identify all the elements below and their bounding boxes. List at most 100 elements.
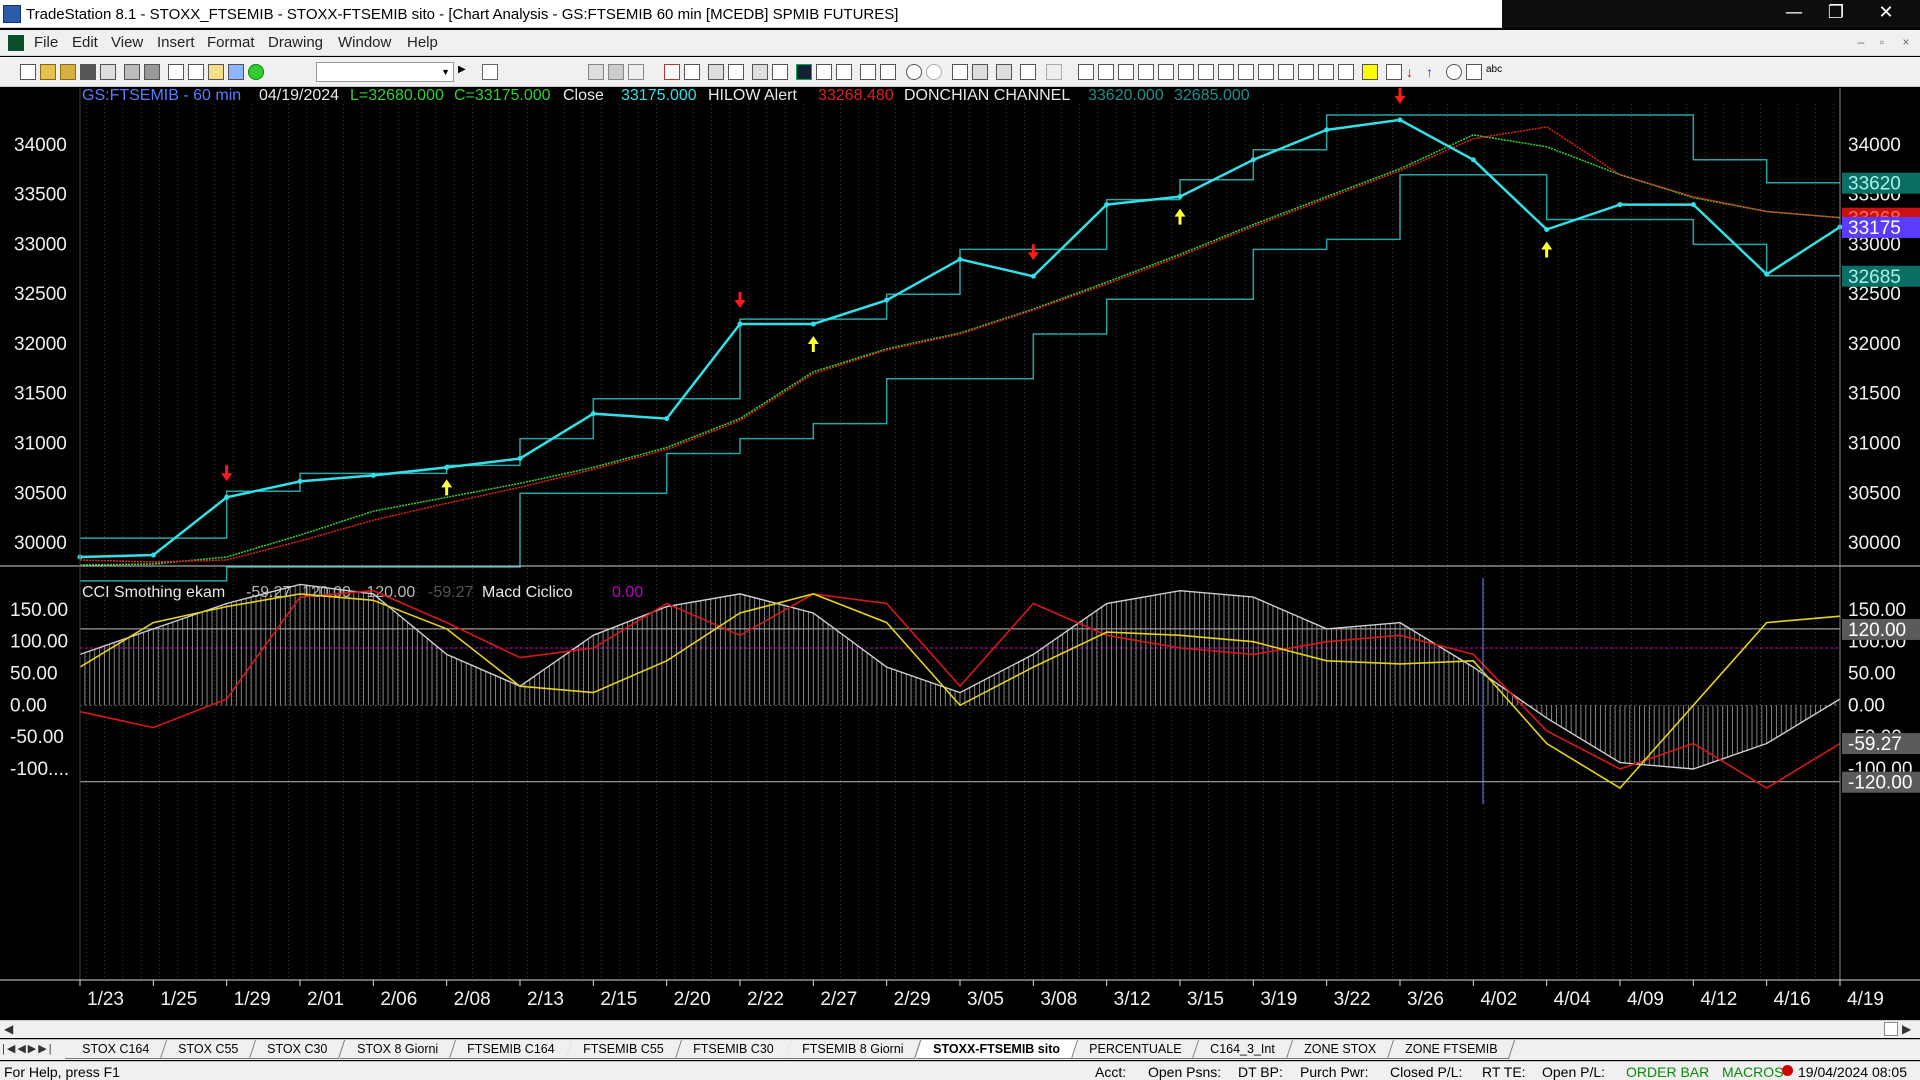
zoom-out-icon[interactable] [926,64,942,80]
price-panel[interactable]: GS:FTSEMIB - 60 min 04/19/2024 L=32680.000… [77,88,1843,582]
scroll-right-icon[interactable]: ▶ [1902,1022,1911,1036]
tab-zone-stox[interactable]: ZONE STOX [1286,1040,1394,1059]
arrow-down-icon[interactable]: ↓ [1406,64,1422,80]
price-point[interactable] [1470,157,1476,163]
tab-stox-c30[interactable]: STOX C30 [250,1040,346,1059]
tab-ftsemib-c30[interactable]: FTSEMIB C30 [675,1040,792,1059]
ellipse-icon[interactable] [1446,64,1462,80]
order-bar-button[interactable]: ORDER BAR [1626,1064,1709,1080]
price-point[interactable] [517,455,523,461]
insert-window-icon[interactable] [728,64,744,80]
tile-icon[interactable] [188,64,204,80]
scroll-handle[interactable] [1884,1022,1898,1036]
refresh-icon[interactable] [708,64,724,80]
tab-stoxx-ftsemib-sito[interactable]: STOXX-FTSEMIB sito [915,1040,1078,1059]
menu-format[interactable]: Format [207,34,255,51]
menu-help[interactable]: Help [407,34,438,51]
scroll-left-icon[interactable]: ◀ [4,1022,13,1036]
alerts-icon[interactable] [1020,64,1036,80]
minimize-icon[interactable]: — [1774,0,1814,28]
price-point[interactable] [1324,127,1330,133]
print-icon[interactable] [144,64,160,80]
price-point[interactable] [1617,202,1623,208]
mdi-minimize-icon[interactable]: – [1852,34,1870,50]
restore-icon[interactable]: ❐ [1816,0,1856,28]
close-icon[interactable]: ✕ [1866,0,1906,28]
tab-ftsemib-8-giorni[interactable]: FTSEMIB 8 Giorni [785,1040,922,1059]
macros-button[interactable]: MACROS [1722,1064,1783,1080]
tab-ftsemib-c164[interactable]: FTSEMIB C164 [449,1040,573,1059]
channel-icon[interactable] [1218,64,1234,80]
indicator-icon[interactable] [664,64,680,80]
chart-format-icon[interactable] [588,64,604,80]
price-point[interactable] [1397,117,1403,123]
price-point[interactable] [1764,271,1770,277]
menu-edit[interactable]: Edit [72,34,98,51]
zoom-in-icon[interactable] [906,64,922,80]
chart-data-icon[interactable] [608,64,624,80]
freehand-icon[interactable] [1386,64,1402,80]
menu-insert[interactable]: Insert [157,34,195,51]
globe-icon[interactable] [248,64,264,80]
pointer-icon[interactable] [952,64,968,80]
menu-drawing[interactable]: Drawing [268,34,323,51]
mdi-restore-icon[interactable]: ▫ [1873,34,1891,50]
tab-stox-8-giorni[interactable]: STOX 8 Giorni [339,1040,456,1059]
compress-bars-icon[interactable] [880,64,896,80]
menu-window[interactable]: Window [338,34,391,51]
tab-zone-ftsemib[interactable]: ZONE FTSEMIB [1387,1040,1516,1059]
price-point[interactable] [444,464,450,470]
mdi-close-icon[interactable]: × [1897,34,1915,50]
price-point[interactable] [957,256,963,262]
price-point[interactable] [884,297,890,303]
tab-ftsemib-c55[interactable]: FTSEMIB C55 [566,1040,682,1059]
parallel-lines-icon[interactable] [1238,64,1254,80]
speed-lines-icon[interactable] [1198,64,1214,80]
bar-chart-icon[interactable] [796,64,812,80]
price-line[interactable] [79,118,1841,559]
price-point[interactable] [590,411,596,417]
regression-icon[interactable] [1258,64,1274,80]
trendline-icon[interactable] [1078,64,1094,80]
arc-icon[interactable] [1158,64,1174,80]
radar-icon[interactable] [752,64,768,80]
chart-window-icon[interactable] [8,35,24,51]
horizontal-line-icon[interactable] [1118,64,1134,80]
scanner-icon[interactable] [772,64,788,80]
window-icon[interactable] [168,64,184,80]
price-point[interactable] [1250,157,1256,163]
cycle-icon[interactable] [1298,64,1314,80]
line-chart-icon[interactable] [836,64,852,80]
price-point[interactable] [370,472,376,478]
save-all-icon[interactable] [100,64,116,80]
rectangle-icon[interactable] [1466,64,1482,80]
menu-file[interactable]: File [34,34,58,51]
new-file-icon[interactable] [20,64,36,80]
expand-bars-icon[interactable] [860,64,876,80]
price-point[interactable] [1104,202,1110,208]
horizontal-scrollbar[interactable]: ◀ ▶ [0,1020,1920,1038]
arrow-up-icon[interactable]: ↑ [1426,64,1442,80]
price-point[interactable] [1690,202,1696,208]
open-folder-icon[interactable] [40,64,56,80]
tab-c164-3-int[interactable]: C164_3_Int [1192,1040,1293,1059]
zoom-icon[interactable] [482,64,498,80]
play-icon[interactable]: ▶ [458,64,474,80]
price-point[interactable] [297,478,303,484]
price-point[interactable] [1177,194,1183,200]
price-point[interactable] [810,321,816,327]
tab-percentuale[interactable]: PERCENTUALE [1071,1040,1200,1059]
candle-chart-icon[interactable] [816,64,832,80]
ruler-icon[interactable] [1338,64,1354,80]
snapshot-icon[interactable] [1046,64,1062,80]
data-window-icon[interactable] [972,64,988,80]
price-point[interactable] [150,552,156,558]
chart-style-icon[interactable] [628,64,644,80]
indicator-panel[interactable]: CCI Smothing ekam -59.27 120.00 -120.00 -59.… [79,578,1841,804]
macro-icon[interactable] [228,64,244,80]
speed-arc-icon[interactable] [1318,64,1334,80]
print-preview-icon[interactable] [124,64,140,80]
price-point[interactable] [224,494,230,500]
menu-view[interactable]: View [111,34,143,51]
chart-canvas[interactable]: GS:FTSEMIB - 60 min 04/19/2024 L=32680.000… [0,88,1920,1020]
